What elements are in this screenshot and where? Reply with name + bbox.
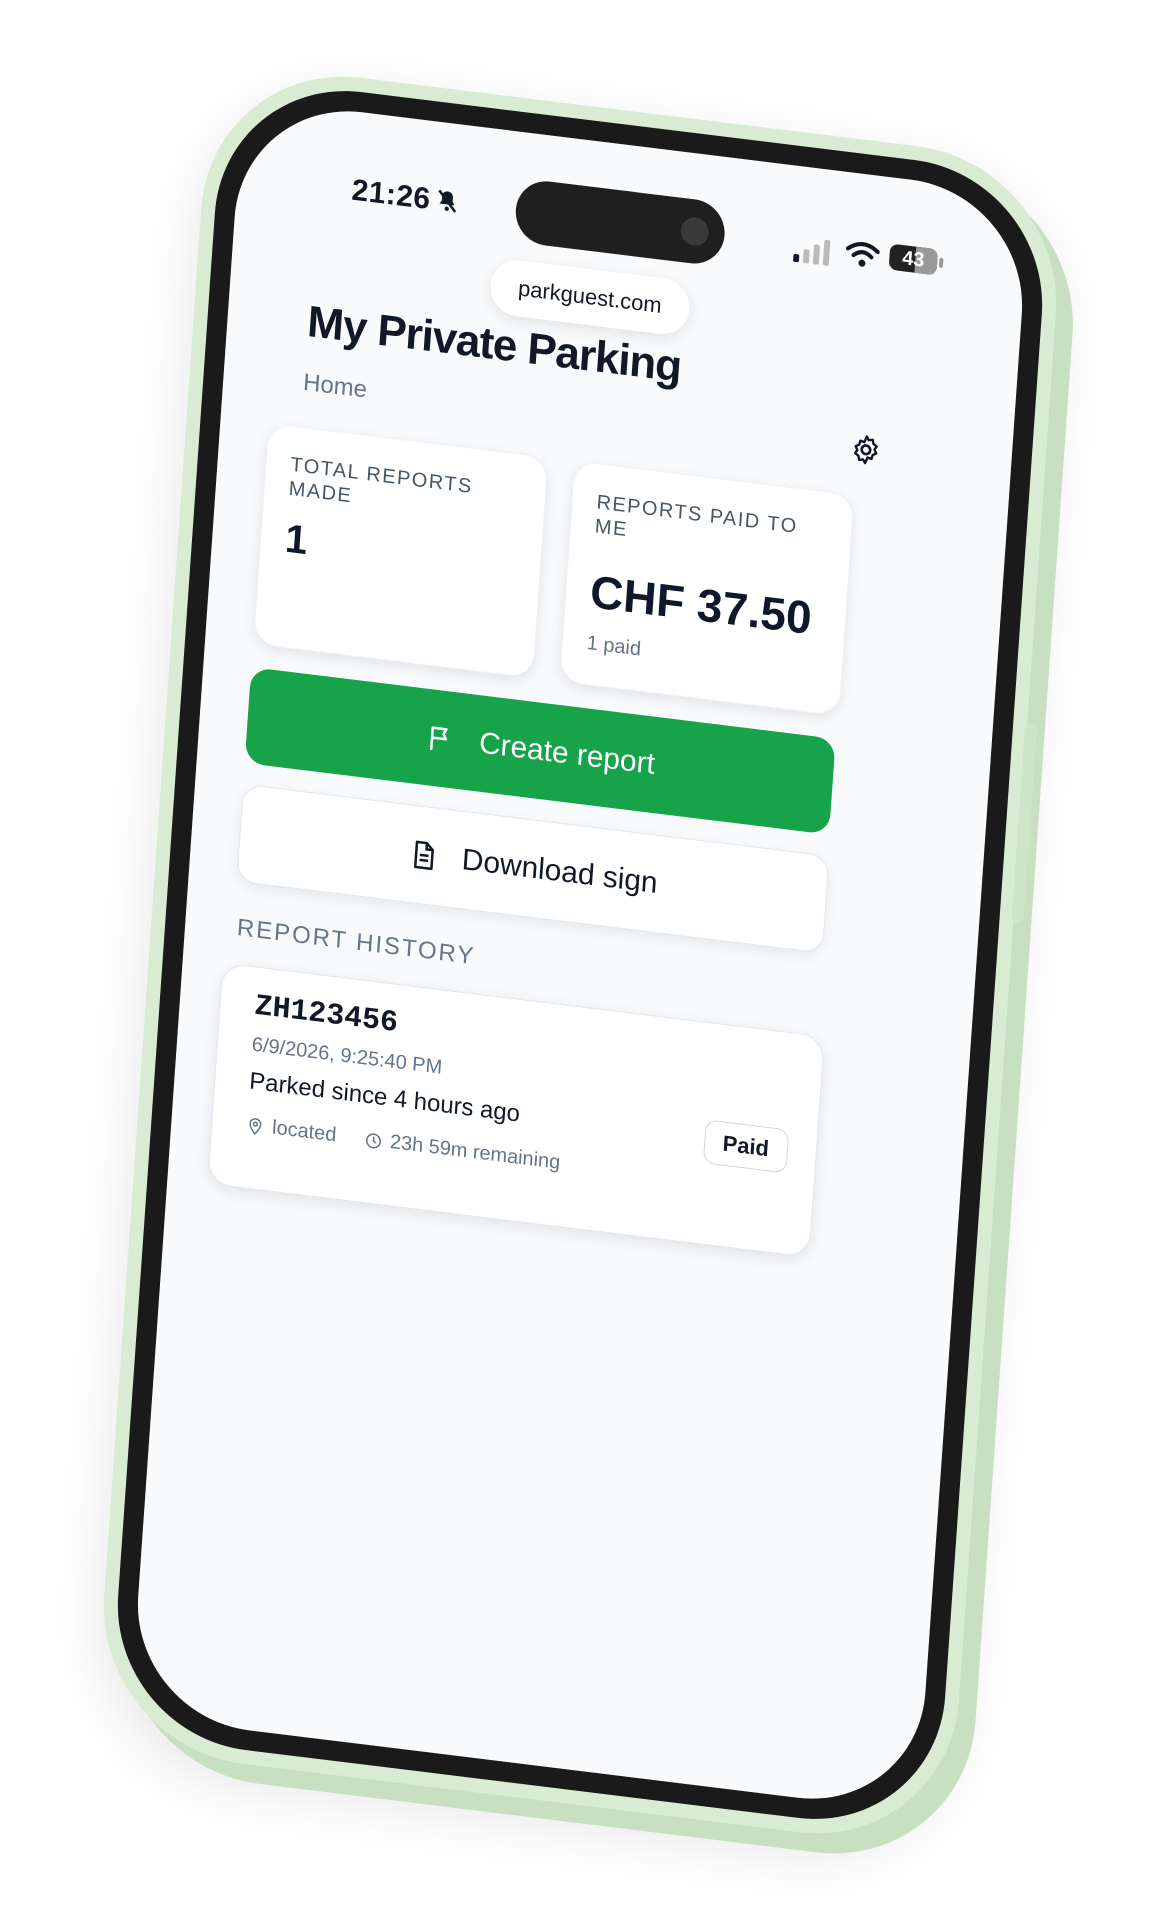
phone-screen: 21:26 43 parkguest.com My Private Parkin… bbox=[129, 97, 1031, 1813]
stat-value: CHF 37.50 bbox=[588, 565, 814, 645]
stat-label: TOTAL REPORTS MADE bbox=[288, 453, 474, 508]
stat-label: REPORTS PAID TO ME bbox=[594, 491, 799, 542]
gear-icon[interactable] bbox=[849, 432, 883, 468]
location-text: located bbox=[271, 1116, 338, 1147]
report-list-item[interactable]: ZH123456 6/9/2026, 9:25:40 PM Parked sin… bbox=[207, 962, 825, 1258]
wifi-icon bbox=[845, 242, 880, 267]
clock-icon bbox=[365, 1132, 381, 1148]
remaining-meta: 23h 59m remaining bbox=[363, 1128, 561, 1175]
phone-mockup: 21:26 43 parkguest.com My Private Parkin… bbox=[93, 59, 1067, 1851]
document-icon bbox=[413, 840, 434, 871]
stat-subtext: 1 paid bbox=[586, 631, 642, 661]
stat-value: 1 bbox=[283, 516, 309, 564]
battery-indicator: 43 bbox=[888, 243, 939, 276]
map-pin-icon bbox=[249, 1117, 262, 1135]
report-history-heading: REPORT HISTORY bbox=[236, 914, 477, 971]
license-plate: ZH123456 bbox=[253, 989, 399, 1042]
breadcrumb[interactable]: Home bbox=[302, 369, 368, 405]
stat-card-reports-paid: REPORTS PAID TO ME CHF 37.50 1 paid bbox=[559, 460, 855, 717]
dynamic-island bbox=[513, 177, 727, 268]
download-sign-label: Download sign bbox=[460, 843, 659, 900]
status-time: 21:26 bbox=[350, 173, 432, 217]
flag-icon bbox=[429, 726, 448, 751]
battery-tip bbox=[938, 257, 944, 269]
battery-level: 43 bbox=[901, 247, 926, 272]
bell-slash-icon bbox=[438, 189, 457, 213]
camera-icon bbox=[679, 215, 710, 248]
stat-card-total-reports: TOTAL REPORTS MADE 1 bbox=[252, 422, 549, 679]
remaining-text: 23h 59m remaining bbox=[389, 1130, 561, 1174]
cellular-signal-icon bbox=[793, 239, 831, 266]
scene: 21:26 43 parkguest.com My Private Parkin… bbox=[0, 0, 1151, 1920]
status-badge: Paid bbox=[702, 1119, 790, 1174]
location-meta: located bbox=[246, 1113, 338, 1147]
create-report-label: Create report bbox=[478, 726, 656, 781]
